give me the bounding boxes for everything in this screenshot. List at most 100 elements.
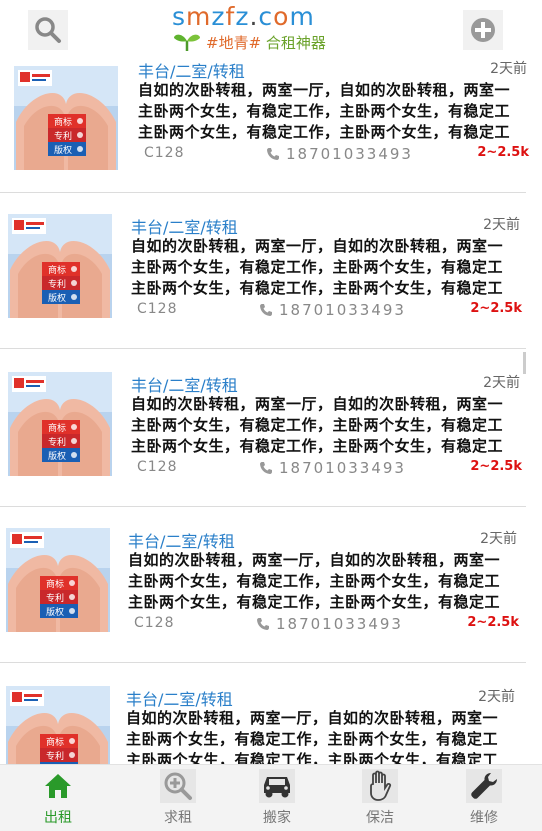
phone-icon	[257, 618, 269, 630]
listing-code: C128	[134, 615, 175, 631]
svg-text:版权: 版权	[54, 144, 72, 156]
listing-location[interactable]: 丰台/二室/转租	[138, 58, 245, 82]
nav-item-repair[interactable]: 维修	[434, 769, 534, 827]
listing-list[interactable]: 商标 专利 版权 丰台/二室/转租 2天前 自如的次卧转租，两室一厅，自如的次卧…	[0, 58, 542, 764]
listing-location[interactable]: 丰台/二室/转租	[131, 214, 238, 238]
listing-info: 丰台/二室/转租 2天前 自如的次卧转租，两室一厅，自如的次卧转租，两室一 主卧…	[131, 372, 526, 482]
search-icon	[35, 17, 61, 43]
description-line: 主卧两个女生，有稳定工作，主卧两个女生，有稳定工	[131, 279, 504, 297]
listing-time: 2天前	[478, 689, 515, 705]
phone-number: 18701033493	[286, 145, 413, 163]
listing-thumbnail[interactable]: 商标 专利 版权	[14, 66, 118, 170]
listing-time: 2天前	[490, 61, 527, 77]
nav-label: 出租	[44, 810, 72, 826]
nav-item-rent-out[interactable]: 出租	[8, 769, 108, 827]
nav-label: 求租	[164, 810, 192, 826]
phone-number: 18701033493	[279, 301, 406, 319]
listing-phone[interactable]: 18701033493	[259, 459, 406, 477]
site-logo[interactable]: smzfz.com #地青# 合租神器	[170, 2, 350, 56]
listing-description: 自如的次卧转租，两室一厅，自如的次卧转租，两室一 主卧两个女生，有稳定工作，主卧…	[126, 708, 521, 764]
wrench-icon	[466, 769, 502, 803]
svg-text:专利: 专利	[46, 750, 64, 762]
svg-text:商标: 商标	[46, 578, 64, 590]
svg-text:专利: 专利	[48, 278, 66, 290]
listing-card[interactable]: 商标 专利 版权 丰台/二室/转租 2天前 自如的次卧转租，两室一厅，自如的次卧…	[0, 350, 526, 507]
logo-wordmark: smzfz.com	[172, 2, 315, 31]
app-header: smzfz.com #地青# 合租神器	[0, 0, 542, 58]
listing-thumbnail[interactable]: 商标 专利 版权	[8, 214, 112, 318]
phone-icon	[260, 462, 272, 474]
car-icon	[259, 769, 295, 803]
plus-circle-icon	[471, 18, 495, 42]
listing-phone[interactable]: 18701033493	[256, 615, 403, 633]
listing-card[interactable]: 商标 专利 版权 丰台/二室/转租 2天前 自如的次卧转租，两室一厅，自如的次卧…	[0, 192, 526, 349]
nav-item-cleaning[interactable]: 保洁	[330, 769, 430, 827]
listing-description: 自如的次卧转租，两室一厅，自如的次卧转租，两室一 主卧两个女生，有稳定工作，主卧…	[131, 236, 526, 300]
phone-icon	[267, 148, 279, 160]
scrollbar[interactable]	[523, 352, 526, 374]
listing-thumbnail[interactable]: 商标 专利 版权	[6, 528, 110, 632]
listing-description: 自如的次卧转租，两室一厅，自如的次卧转租，两室一 主卧两个女生，有稳定工作，主卧…	[128, 550, 523, 614]
listing-price: 2~2.5k	[470, 301, 522, 316]
listing-location[interactable]: 丰台/二室/转租	[131, 372, 238, 396]
svg-text:专利: 专利	[46, 592, 64, 604]
phone-number: 18701033493	[276, 615, 403, 633]
listing-info: 丰台/二室/转租 2天前 自如的次卧转租，两室一厅，自如的次卧转租，两室一 主卧…	[126, 686, 521, 764]
trademark-patent-image: 商标 专利 版权	[14, 66, 118, 170]
trademark-patent-image: 商标 专利 版权	[6, 528, 110, 632]
nav-label: 维修	[470, 810, 498, 826]
description-line: 主卧两个女生，有稳定工作，主卧两个女生，有稳定工	[131, 437, 504, 455]
listing-price: 2~2.5k	[477, 145, 529, 160]
listing-description: 自如的次卧转租，两室一厅，自如的次卧转租，两室一 主卧两个女生，有稳定工作，主卧…	[131, 394, 526, 458]
nav-item-moving[interactable]: 搬家	[227, 769, 327, 827]
listing-card[interactable]: 商标 专利 版权 丰台/二室/转租 2天前 自如的次卧转租，两室一厅，自如的次卧…	[0, 506, 526, 663]
listing-code: C128	[137, 459, 178, 475]
listing-location[interactable]: 丰台/二室/转租	[126, 686, 233, 710]
description-line: 主卧两个女生，有稳定工作，主卧两个女生，有稳定工	[131, 258, 504, 276]
listing-meta: C128 18701033493 2~2.5k	[138, 145, 533, 165]
listing-thumbnail[interactable]: 商标 专利 版权	[6, 686, 110, 764]
listing-phone[interactable]: 18701033493	[259, 301, 406, 319]
svg-text:专利: 专利	[54, 130, 72, 142]
svg-text:版权: 版权	[46, 606, 64, 618]
hand-icon	[362, 769, 398, 803]
svg-text:版权: 版权	[48, 292, 66, 304]
listing-code: C128	[144, 145, 185, 161]
svg-text:商标: 商标	[54, 116, 72, 128]
listing-info: 丰台/二室/转租 2天前 自如的次卧转租，两室一厅，自如的次卧转租，两室一 主卧…	[128, 528, 523, 638]
listing-info: 丰台/二室/转租 2天前 自如的次卧转租，两室一厅，自如的次卧转租，两室一 主卧…	[138, 58, 533, 168]
home-icon	[40, 769, 76, 803]
description-line: 主卧两个女生，有稳定工作，主卧两个女生，有稳定工	[138, 102, 511, 120]
svg-text:商标: 商标	[46, 736, 64, 748]
search-button[interactable]	[28, 10, 68, 50]
listing-card[interactable]: 商标 专利 版权 丰台/二室/转租 2天前 自如的次卧转租，两室一厅，自如的次卧…	[0, 58, 529, 193]
description-line: 主卧两个女生，有稳定工作，主卧两个女生，有稳定工	[128, 572, 501, 590]
nav-item-seek-rent[interactable]: 求租	[128, 769, 228, 827]
svg-text:专利: 专利	[48, 436, 66, 448]
listing-info: 丰台/二室/转租 2天前 自如的次卧转租，两室一厅，自如的次卧转租，两室一 主卧…	[131, 214, 526, 324]
description-line: 自如的次卧转租，两室一厅，自如的次卧转租，两室一	[128, 551, 501, 569]
listing-time: 2天前	[483, 217, 520, 233]
listing-card[interactable]: 商标 专利 版权 丰台/二室/转租 2天前 自如的次卧转租，两室一厅，自如的次卧…	[0, 664, 526, 764]
nav-label: 保洁	[366, 810, 394, 826]
svg-text:商标: 商标	[48, 264, 66, 276]
zoom-in-icon	[160, 769, 196, 803]
description-line: 自如的次卧转租，两室一厅，自如的次卧转租，两室一	[131, 237, 504, 255]
svg-text:版权: 版权	[48, 450, 66, 462]
listing-thumbnail[interactable]: 商标 专利 版权	[8, 372, 112, 476]
listing-code: C128	[137, 301, 178, 317]
phone-number: 18701033493	[279, 459, 406, 477]
trademark-patent-image: 商标 专利 版权	[8, 372, 112, 476]
logo-tagline: #地青# 合租神器	[206, 34, 326, 52]
bottom-nav: 出租 求租 搬家 保洁 维修	[0, 764, 542, 831]
description-line: 自如的次卧转租，两室一厅，自如的次卧转租，两室一	[126, 709, 499, 727]
description-line: 主卧两个女生，有稳定工作，主卧两个女生，有稳定工	[131, 416, 504, 434]
nav-label: 搬家	[263, 810, 291, 826]
description-line: 主卧两个女生，有稳定工作，主卧两个女生，有稳定工	[138, 123, 511, 141]
description-line: 自如的次卧转租，两室一厅，自如的次卧转租，两室一	[131, 395, 504, 413]
add-post-button[interactable]	[463, 10, 503, 50]
listing-time: 2天前	[483, 375, 520, 391]
listing-location[interactable]: 丰台/二室/转租	[128, 528, 235, 552]
listing-phone[interactable]: 18701033493	[266, 145, 413, 163]
description-line: 主卧两个女生，有稳定工作，主卧两个女生，有稳定工	[128, 593, 501, 611]
